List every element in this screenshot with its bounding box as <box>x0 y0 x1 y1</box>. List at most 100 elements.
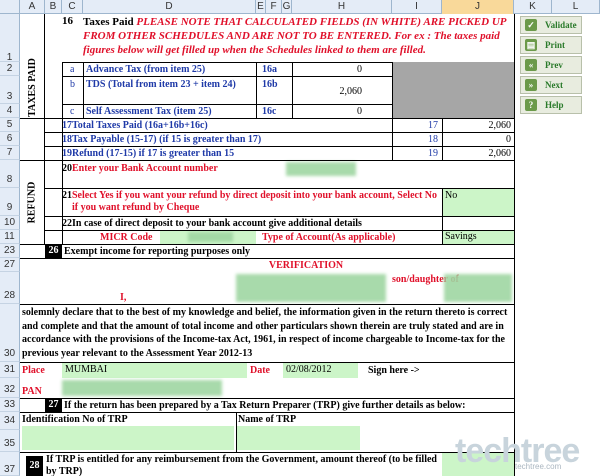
row-header[interactable]: 10 <box>0 216 20 230</box>
trp-id-input[interactable] <box>22 426 234 450</box>
grid-line <box>442 118 443 160</box>
print-button[interactable]: ▤ Print <box>520 36 582 54</box>
column-header[interactable]: G <box>282 0 292 14</box>
total-taxes-label: Total Taxes Paid (16a+16b+16c) <box>72 120 208 131</box>
grid-line <box>292 62 293 118</box>
row-header[interactable]: 28 <box>0 272 20 304</box>
grid-line <box>236 412 237 452</box>
item-letter: a <box>70 64 75 75</box>
item-number: 21 <box>62 190 72 201</box>
column-header[interactable]: I <box>392 0 442 14</box>
column-header[interactable]: E <box>256 0 266 14</box>
row-header[interactable]: 33 <box>0 398 20 412</box>
exempt-income-label: Exempt income for reporting purposes onl… <box>64 246 251 257</box>
grid-line <box>62 160 63 244</box>
next-button[interactable]: » Next <box>520 76 582 94</box>
grid-line <box>442 188 443 244</box>
item-letter: c <box>70 106 75 117</box>
column-header[interactable]: H <box>292 0 392 14</box>
trp-reimbursement-label: If TRP is entitled for any reimbursement… <box>46 454 437 476</box>
column-header[interactable]: F <box>266 0 282 14</box>
row-header[interactable]: 23 <box>0 244 20 258</box>
trp-name-label: Name of TRP <box>238 414 297 425</box>
tds-value: 2,060 <box>339 86 363 97</box>
code-16a: 16a <box>262 64 277 75</box>
bank-account-input[interactable] <box>286 162 356 176</box>
item-number: 17 <box>62 120 72 131</box>
grid-line <box>20 398 514 399</box>
row-header[interactable]: 2 <box>0 62 20 76</box>
verification-title: VERIFICATION <box>268 260 344 271</box>
code-16b: 16b <box>262 79 278 90</box>
trp-id-label: Identification No of TRP <box>22 414 128 425</box>
section-label-taxes-paid: TAXES PAID <box>20 14 45 160</box>
double-right-icon: » <box>525 79 537 91</box>
column-header[interactable]: D <box>83 0 256 14</box>
code-17: 17 <box>428 120 438 131</box>
item-number: 19 <box>62 148 72 159</box>
help-button[interactable]: ? Help <box>520 96 582 114</box>
account-type-select[interactable]: Savings <box>442 230 514 244</box>
row-header[interactable]: 1 <box>0 14 20 63</box>
prev-button[interactable]: «Prev <box>520 56 582 74</box>
item-number-badge: 28 <box>26 456 43 476</box>
row-header[interactable]: 8 <box>0 160 20 188</box>
grid-line <box>45 216 514 217</box>
row-header[interactable]: 30 <box>0 304 20 362</box>
column-header[interactable]: C <box>62 0 83 14</box>
name-input[interactable] <box>236 274 386 302</box>
item-number: 16 <box>62 16 73 27</box>
tds-label: TDS (Total from item 23 + item 24) <box>86 79 236 90</box>
father-name-input[interactable] <box>444 274 512 302</box>
account-type-label: Type of Account(As applicable) <box>262 232 396 243</box>
grid-line <box>20 412 514 413</box>
grid-line <box>62 76 392 77</box>
self-assessment-value: 0 <box>357 106 362 117</box>
advance-tax-label: Advance Tax (from item 25) <box>86 64 206 75</box>
place-input[interactable]: MUMBAI <box>62 363 247 378</box>
row-header[interactable]: 3 <box>0 76 20 104</box>
question-icon: ? <box>525 99 537 111</box>
validate-button[interactable]: ✓ Validate <box>520 16 582 34</box>
date-label: Date <box>250 365 270 376</box>
row-header[interactable]: 7 <box>0 146 20 160</box>
grid-line <box>256 62 257 118</box>
pan-input[interactable] <box>62 380 222 396</box>
row-header[interactable]: 37 <box>0 452 20 476</box>
row-header[interactable]: 27 <box>0 258 20 272</box>
row-header[interactable]: 31 <box>0 362 20 378</box>
row-header[interactable]: 35 <box>0 430 20 452</box>
place-label: Place <box>22 365 45 376</box>
spreadsheet: A B C D E F G H I J K L 1 2 3 4 5 6 7 8 … <box>0 0 600 476</box>
column-header[interactable]: L <box>552 0 600 14</box>
row-header[interactable]: 32 <box>0 378 20 398</box>
total-taxes-value: 2,060 <box>488 120 512 131</box>
row-header[interactable]: 6 <box>0 132 20 146</box>
column-header-bar: A B C D E F G H I J K L <box>0 0 600 14</box>
column-header-selected[interactable]: J <box>442 0 514 14</box>
column-header[interactable]: K <box>514 0 552 14</box>
grid-line <box>62 62 392 63</box>
row-header[interactable]: 5 <box>0 118 20 132</box>
column-header[interactable]: B <box>45 0 62 14</box>
micr-code-value <box>188 232 233 242</box>
i-label: I, <box>120 292 127 303</box>
item-letter: b <box>70 79 75 90</box>
row-header[interactable]: 34 <box>0 412 20 430</box>
column-header[interactable]: A <box>20 0 45 14</box>
grid-line <box>20 258 514 259</box>
trp-name-input[interactable] <box>236 426 360 450</box>
select-all-corner[interactable] <box>0 0 20 14</box>
direct-deposit-select[interactable]: No <box>442 188 514 216</box>
bank-account-label: Enter your Bank Account number <box>72 163 218 174</box>
item-number: 22 <box>62 218 72 229</box>
row-header[interactable]: 11 <box>0 230 20 244</box>
row-header[interactable]: 9 <box>0 188 20 216</box>
pan-label: PAN <box>22 386 42 397</box>
grid-line <box>45 146 514 147</box>
row-header[interactable]: 4 <box>0 104 20 118</box>
date-input[interactable]: 02/08/2012 <box>283 363 358 378</box>
tax-payable-value: 0 <box>506 134 511 145</box>
self-assessment-label: Self Assessment Tax (item 25) <box>86 106 212 117</box>
micr-code-label: MICR Code <box>100 232 153 243</box>
